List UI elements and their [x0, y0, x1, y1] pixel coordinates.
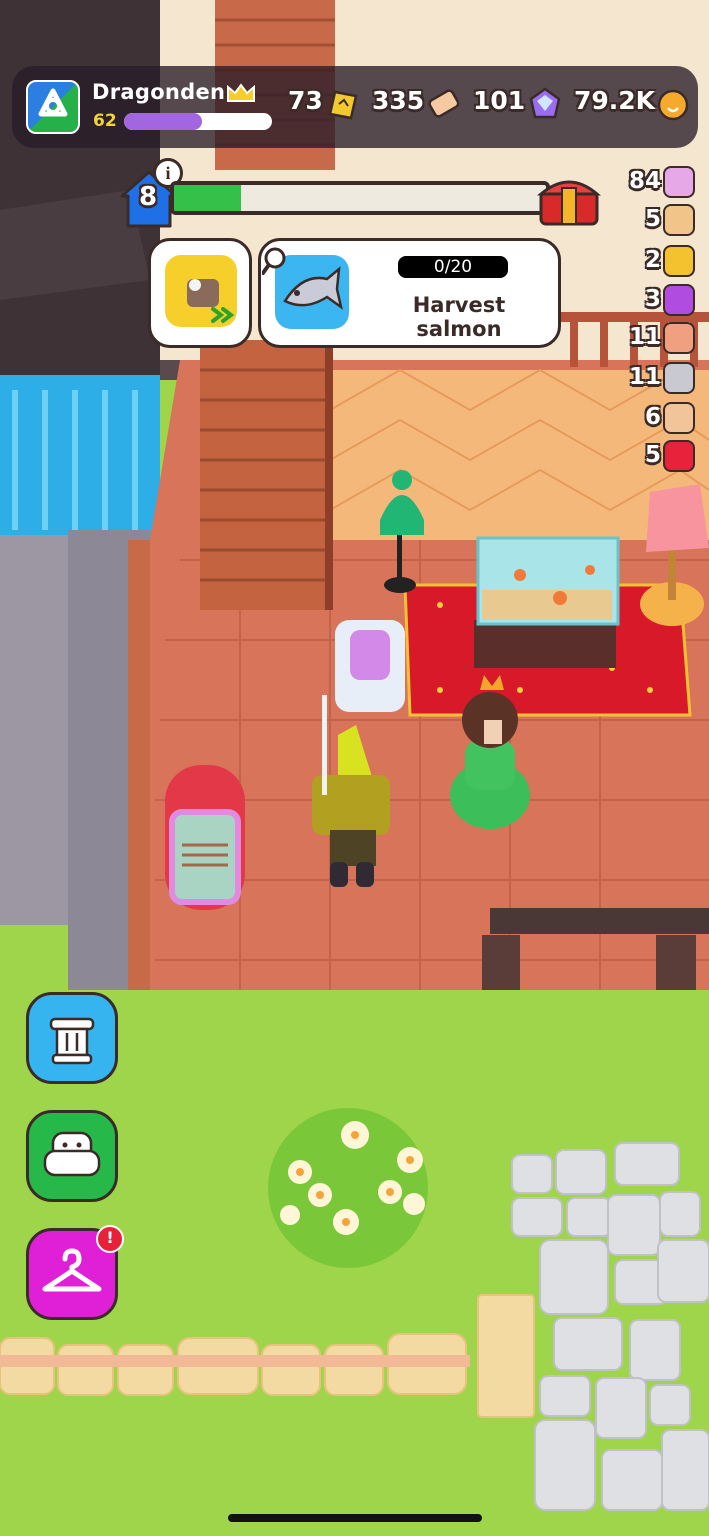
crown-icon — [227, 83, 255, 102]
gear-count: 2 — [644, 247, 661, 273]
map-icon[interactable] — [663, 204, 695, 236]
guild-emblem-icon — [38, 88, 68, 117]
magnifier-icon — [262, 247, 286, 275]
armchair-icon — [43, 1131, 101, 1177]
quest-shortcut-image — [165, 255, 237, 327]
house-progress-fill — [174, 185, 241, 211]
player-name: Dragonden — [92, 80, 226, 104]
rope-icon[interactable] — [663, 322, 695, 354]
bone-icon[interactable] — [663, 402, 695, 434]
gem-icon[interactable] — [527, 87, 563, 123]
museum-button[interactable] — [26, 992, 118, 1084]
scroll-icon[interactable] — [425, 86, 461, 122]
player-level: 62 — [93, 111, 117, 131]
home-indicator[interactable] — [228, 1514, 482, 1522]
quest-shortcut-card[interactable] — [148, 238, 252, 348]
furniture-button[interactable] — [26, 1110, 118, 1202]
bone-count: 6 — [644, 404, 661, 430]
quest-title: Harvest salmon — [412, 293, 506, 341]
treasure-chest-icon[interactable] — [536, 168, 602, 228]
gem-count: 101 — [473, 86, 526, 115]
coin-count: 79.2K — [574, 86, 656, 115]
shell-icon[interactable] — [663, 166, 695, 198]
pillar-icon — [49, 1017, 95, 1065]
red-crystal-count: 5 — [644, 442, 661, 468]
lightning-icon[interactable] — [663, 284, 695, 316]
quest-progress: 0/20 — [398, 256, 508, 278]
ticket-count: 73 — [288, 86, 323, 115]
shell-count: 84 — [628, 168, 661, 194]
xp-progress-bar — [124, 113, 272, 130]
red-crystal-icon[interactable] — [663, 440, 695, 472]
lightning-count: 3 — [644, 286, 661, 312]
house-progress-bar — [170, 181, 550, 215]
notification-badge: ! — [96, 1225, 124, 1253]
metal-bar-icon[interactable] — [663, 362, 695, 394]
ticket-icon[interactable] — [326, 88, 360, 122]
gear-icon[interactable] — [663, 245, 695, 277]
quest-card[interactable]: 0/20 Harvest salmon — [258, 238, 561, 348]
map-count: 5 — [644, 206, 661, 232]
coin-icon[interactable] — [656, 88, 690, 122]
player-avatar[interactable] — [26, 80, 80, 134]
rope-count: 11 — [628, 324, 661, 350]
crafting-station-icon — [187, 279, 235, 323]
metal-bar-count: 11 — [628, 364, 661, 390]
xp-progress-fill — [124, 113, 203, 130]
scroll-count: 335 — [372, 86, 425, 115]
